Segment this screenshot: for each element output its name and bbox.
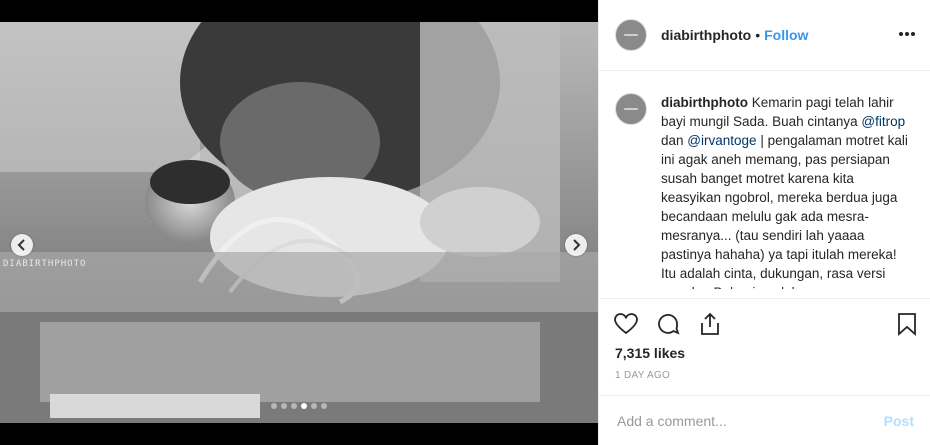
header-username[interactable]: diabirthphoto: [661, 27, 751, 43]
instagram-post: DIABIRTHPHOTO diabirthphoto • Follow dia…: [0, 0, 930, 445]
next-button[interactable]: [565, 234, 587, 256]
caption-username[interactable]: diabirthphoto: [661, 95, 748, 110]
chevron-right-icon: [573, 239, 581, 251]
carousel-dot: [291, 403, 297, 409]
avatar[interactable]: [615, 19, 647, 51]
caption: diabirthphoto Kemarin pagi telah lahir b…: [615, 93, 915, 289]
carousel-dot: [321, 403, 327, 409]
more-icon-dot: [905, 32, 909, 36]
photo-watermark: DIABIRTHPHOTO: [3, 259, 87, 269]
likes-count[interactable]: 7,315 likes: [615, 345, 685, 361]
save-button[interactable]: [894, 311, 920, 337]
heart-icon: [614, 313, 638, 335]
post-photo[interactable]: DIABIRTHPHOTO: [0, 22, 598, 423]
comment-button[interactable]: [655, 311, 681, 337]
caption-avatar[interactable]: [615, 93, 647, 125]
follow-button[interactable]: Follow: [764, 27, 808, 43]
more-options-button[interactable]: [898, 25, 916, 43]
share-icon: [701, 312, 719, 335]
post-sidebar: diabirthphoto • Follow diabirthphoto Kem…: [598, 0, 930, 445]
comment-input[interactable]: [615, 411, 884, 430]
header-separator: •: [755, 27, 761, 43]
comment-icon: [658, 313, 680, 335]
previous-button[interactable]: [11, 234, 33, 256]
carousel-dot: [281, 403, 287, 409]
post-comment-button[interactable]: Post: [884, 413, 914, 429]
caption-text: diabirthphoto Kemarin pagi telah lahir b…: [661, 93, 915, 289]
post-header: diabirthphoto • Follow: [599, 0, 930, 71]
carousel-dots: [271, 403, 327, 409]
caption-text-3: | pengalaman motret kali ini agak aneh m…: [661, 133, 908, 289]
photo-illustration: [0, 22, 598, 423]
more-icon: [899, 32, 903, 36]
mention-fitrop[interactable]: @fitrop: [861, 114, 905, 129]
carousel-dot: [271, 403, 277, 409]
like-button[interactable]: [613, 311, 639, 337]
carousel-dot: [311, 403, 317, 409]
chevron-left-icon: [17, 239, 25, 251]
post-timestamp[interactable]: 1 DAY AGO: [615, 370, 670, 381]
carousel-dot: [301, 403, 307, 409]
media-panel: DIABIRTHPHOTO: [0, 0, 598, 445]
caption-text-2: dan: [661, 133, 684, 148]
bookmark-icon: [898, 313, 916, 336]
more-icon-dot: [911, 32, 915, 36]
share-button[interactable]: [697, 311, 723, 337]
mention-irvantoge[interactable]: @irvantoge: [687, 133, 756, 148]
actions-divider: [599, 298, 930, 299]
action-icons: [613, 311, 723, 337]
comment-bar: Post: [599, 395, 930, 445]
